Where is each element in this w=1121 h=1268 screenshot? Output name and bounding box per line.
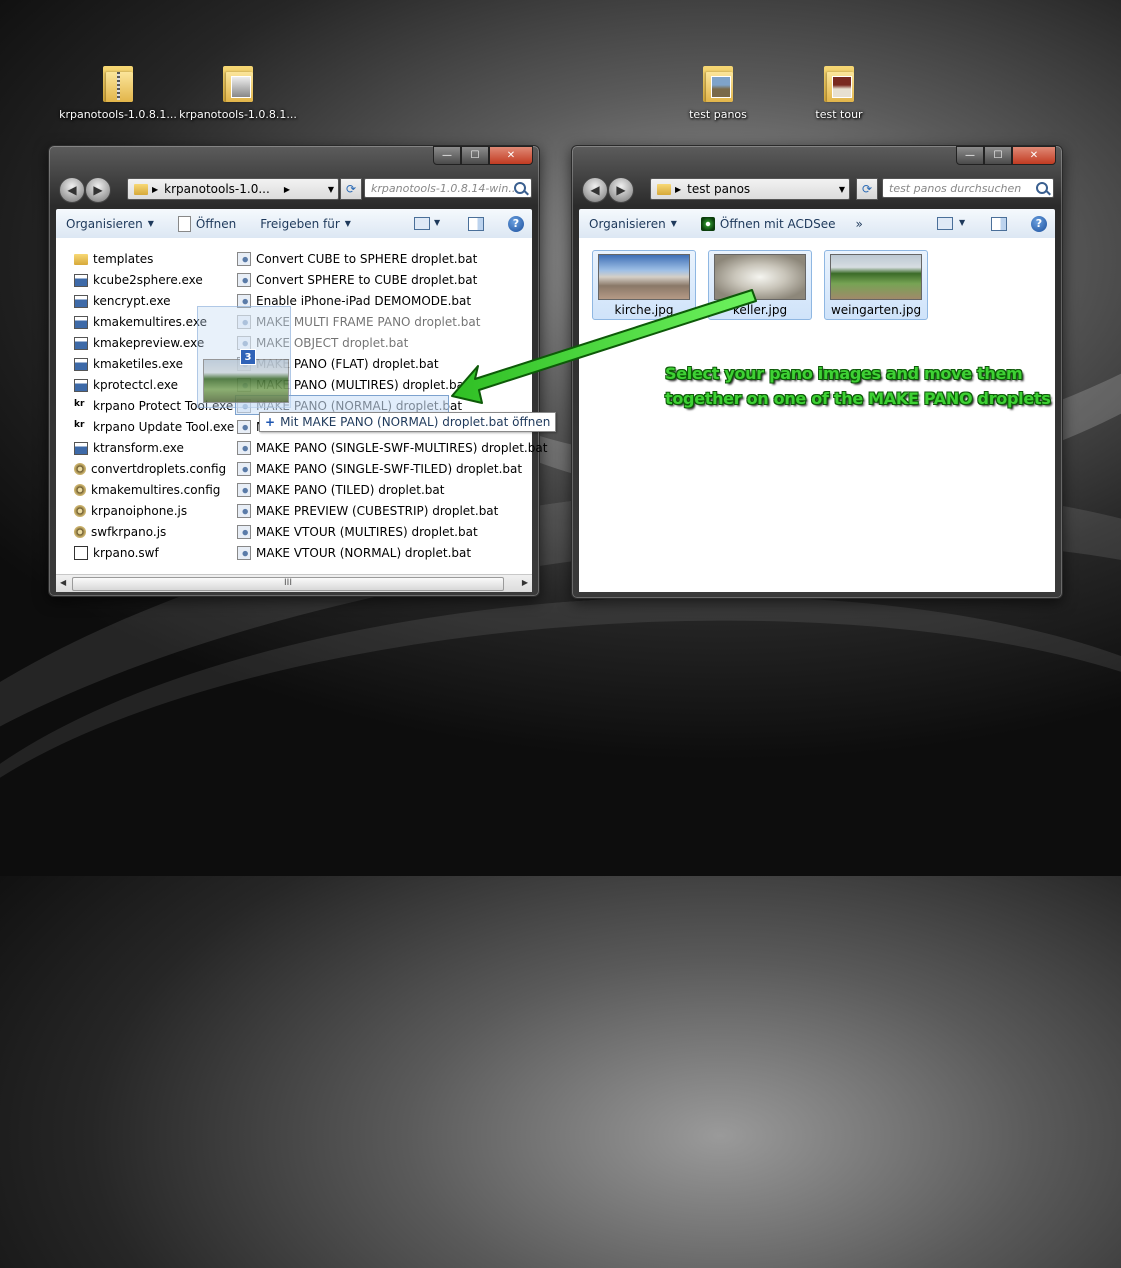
annotation-arrow	[451, 289, 757, 404]
annotation-text: Select your pano images and move them to…	[665, 364, 1051, 408]
